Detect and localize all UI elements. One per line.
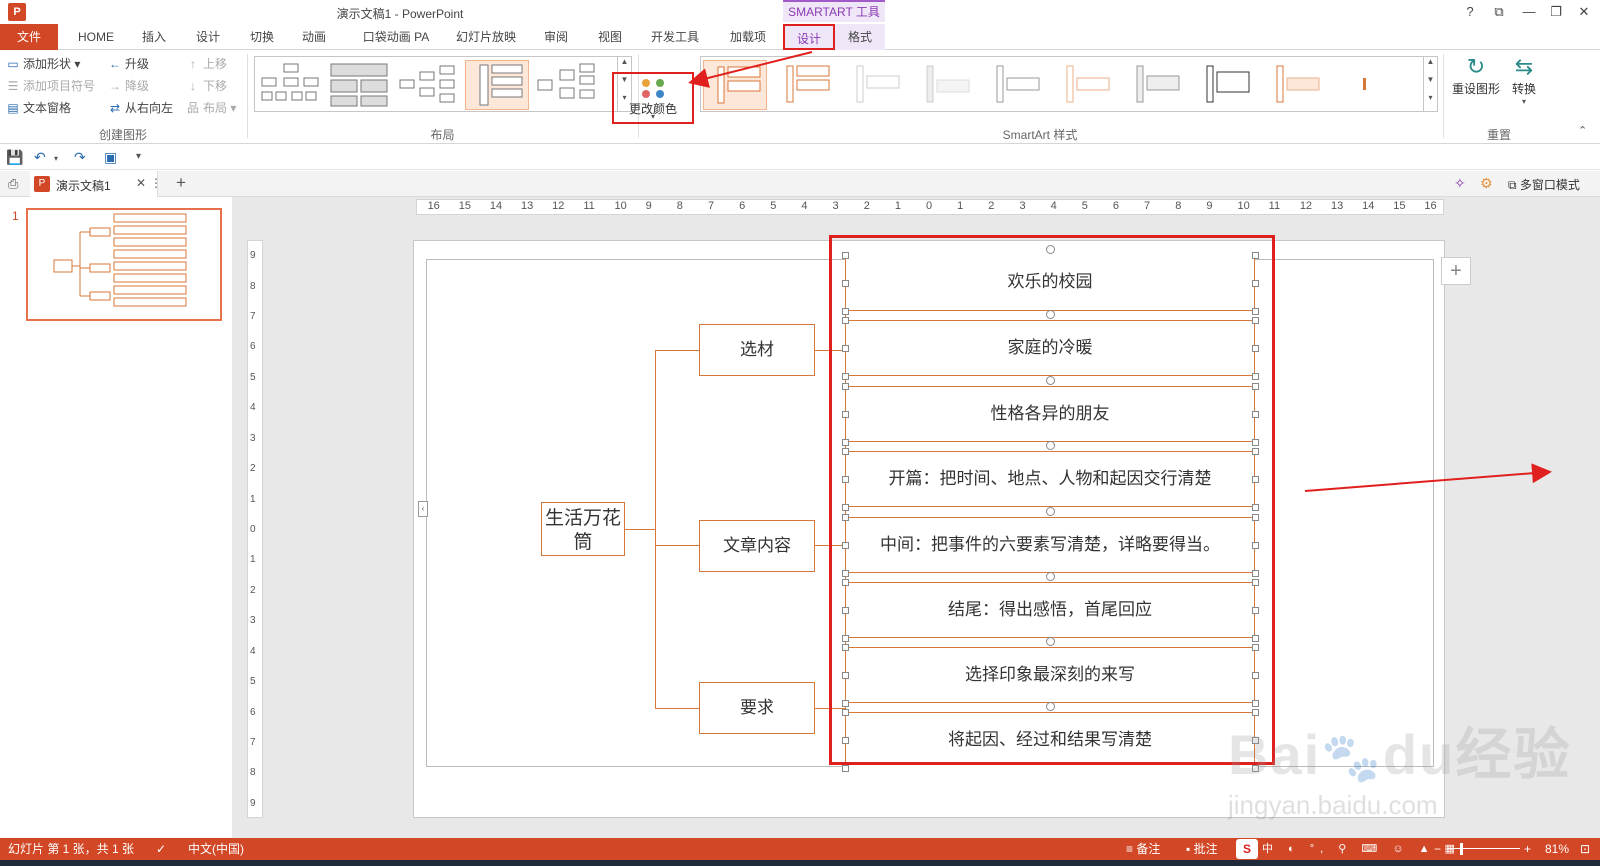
zoom-level[interactable]: 81% — [1545, 838, 1569, 860]
os-taskbar — [0, 860, 1600, 866]
zoom-out-icon[interactable]: − — [1434, 838, 1441, 860]
comment-icon: ▪ — [1186, 842, 1194, 856]
comments-button[interactable]: ▪ 批注 — [1186, 838, 1218, 860]
notes-button[interactable]: ≡ 备注 — [1126, 838, 1160, 860]
zoom-in-icon[interactable]: + — [1524, 838, 1531, 860]
paw-icon: 🐾 — [1321, 732, 1383, 785]
arrow-right — [1304, 463, 1552, 492]
ime-toolbar-icons[interactable]: 中 ◐ °, ⚲ ⌨ ☺ ▲ ▦ — [1262, 838, 1461, 860]
zoom-slider[interactable] — [1448, 848, 1520, 849]
status-bar: 幻灯片 第 1 张，共 1 张 ✓ 中文(中国) ≡ 备注 ▪ 批注 S 中 ◐… — [0, 838, 1600, 860]
language-status[interactable]: 中文(中国) — [188, 838, 244, 860]
ime-logo-icon[interactable]: S — [1236, 839, 1258, 859]
zoom-slider-thumb[interactable] — [1460, 843, 1463, 855]
slide-count-status: 幻灯片 第 1 张，共 1 张 — [8, 842, 135, 856]
fit-slide-icon[interactable]: ⊡ — [1580, 838, 1590, 860]
spellcheck-icon[interactable]: ✓ — [156, 838, 166, 860]
watermark-url: jingyan.baidu.com — [1228, 790, 1438, 820]
watermark-logo: Bai🐾du经验 — [1228, 723, 1572, 786]
arrow-to-change-colors — [688, 51, 813, 88]
notes-icon: ≡ — [1126, 842, 1137, 856]
